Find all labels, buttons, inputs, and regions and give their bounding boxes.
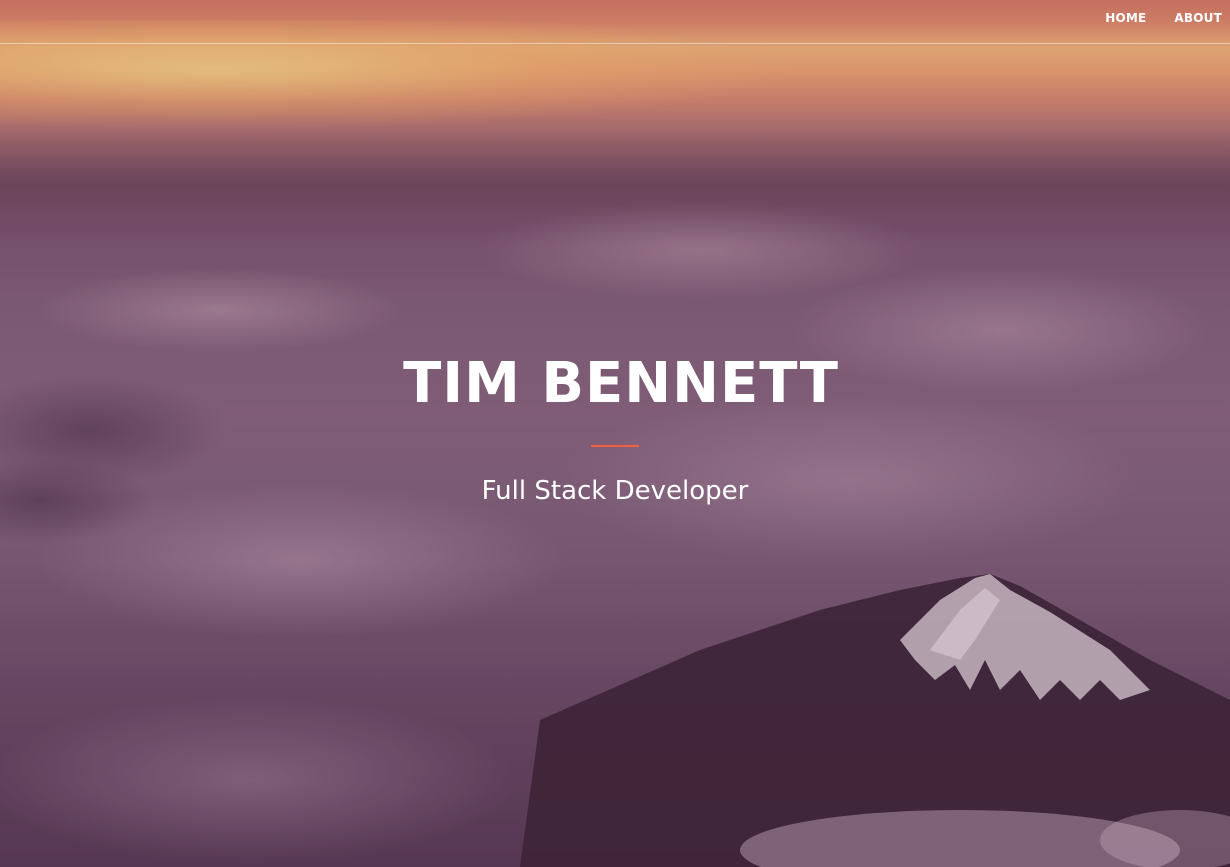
title-divider — [591, 445, 639, 447]
nav-link-home[interactable]: HOME — [1105, 11, 1146, 25]
top-navbar: HOME ABOUT — [0, 0, 1230, 44]
nav-links: HOME ABOUT — [1077, 0, 1222, 36]
header-content: TIM BENNETT Full Stack Developer — [0, 350, 1230, 507]
nav-link-about[interactable]: ABOUT — [1174, 11, 1222, 25]
page-title: TIM BENNETT — [403, 351, 839, 416]
hero-section: HOME ABOUT TIM BENNETT Full Stack Develo… — [0, 0, 1230, 867]
page-subtitle: Full Stack Developer — [481, 476, 749, 506]
